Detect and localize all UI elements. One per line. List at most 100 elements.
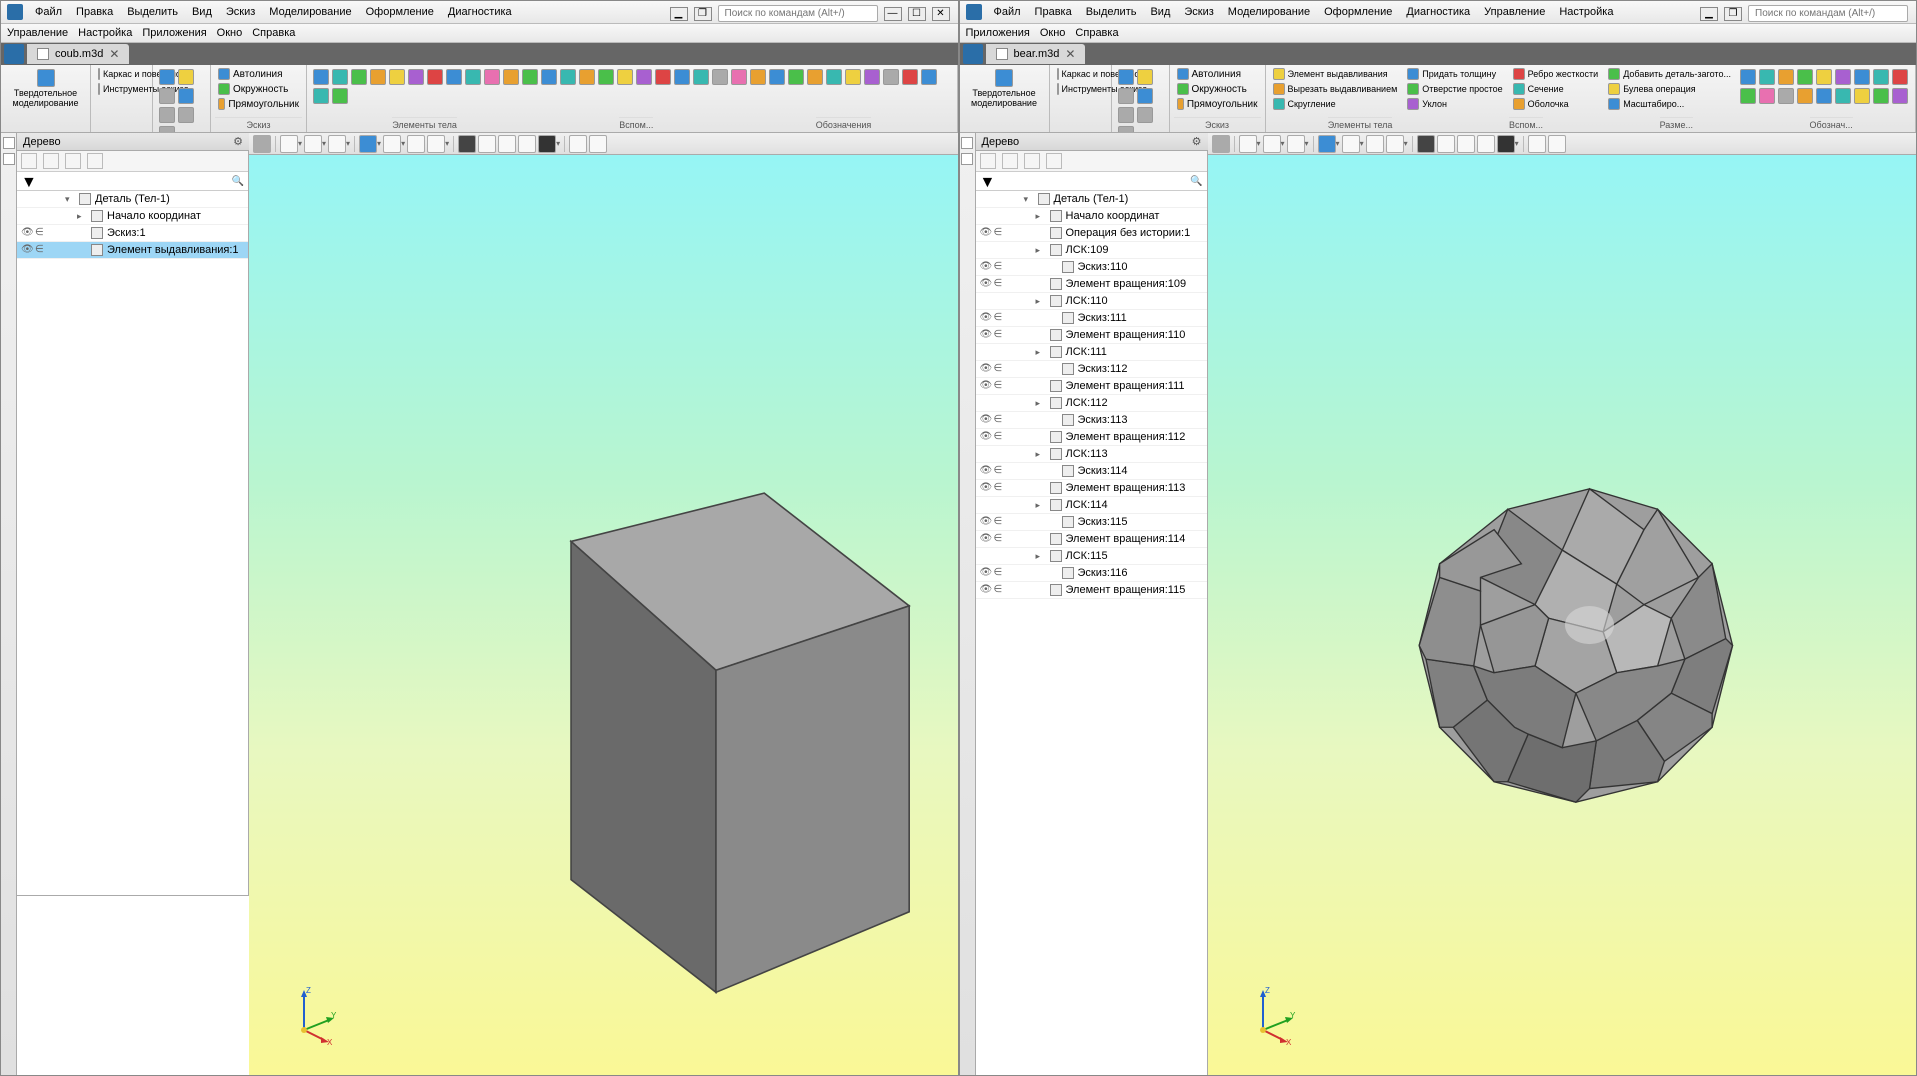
thicken-button[interactable]: Придать толщину (1404, 67, 1505, 81)
open-icon[interactable] (1137, 69, 1153, 85)
tree-row[interactable]: ▾Деталь (Тел-1) (976, 191, 1207, 208)
revolve-icon[interactable] (332, 69, 348, 85)
member-icon[interactable]: ∈ (994, 261, 1006, 273)
hide-icon[interactable] (498, 135, 516, 153)
tree-row[interactable]: 👁∈Элемент вращения:113 (976, 480, 1207, 497)
expand-icon[interactable]: ▸ (1036, 449, 1046, 460)
tree-row[interactable]: 👁∈Эскиз:113 (976, 412, 1207, 429)
tree-row[interactable]: 👁∈Элемент вращения:110 (976, 327, 1207, 344)
bool-button[interactable]: Булева операция (1605, 82, 1734, 96)
tree-row[interactable]: 👁∈Эскиз:115 (976, 514, 1207, 531)
menu-sketch[interactable]: Эскиз (1182, 4, 1215, 20)
home-icon[interactable] (4, 44, 24, 64)
tree-mode-icon[interactable] (980, 153, 996, 169)
viewport[interactable]: ▾ ▾ ▾ ▾ ▾ ▾ ▾ (249, 133, 958, 1075)
menu-help[interactable]: Справка (1075, 27, 1118, 39)
rib-button[interactable]: Ребро жесткости (1510, 67, 1602, 81)
redo-icon[interactable] (1118, 126, 1134, 133)
print-icon[interactable] (1118, 107, 1134, 123)
more-icon[interactable] (159, 88, 175, 104)
tree-row[interactable]: 👁∈Элемент вращения:112 (976, 429, 1207, 446)
more-icon[interactable] (1118, 88, 1134, 104)
inner-restore-icon[interactable]: ❐ (1724, 7, 1742, 21)
tool-icon[interactable] (788, 69, 804, 85)
section-icon[interactable] (458, 135, 476, 153)
tool-icon[interactable] (1740, 88, 1756, 104)
member-icon[interactable]: ∈ (35, 227, 47, 239)
tool-icon[interactable] (332, 88, 348, 104)
tool-icon[interactable] (731, 69, 747, 85)
play-icon[interactable] (589, 135, 607, 153)
pattern-icon[interactable] (389, 69, 405, 85)
visibility-icon[interactable]: 👁 (980, 482, 992, 494)
visibility-icon[interactable]: 👁 (980, 533, 992, 545)
stop-icon[interactable] (1528, 135, 1546, 153)
member-icon[interactable]: ∈ (994, 431, 1006, 443)
tree-mode3-icon[interactable] (1024, 153, 1040, 169)
slope-button[interactable]: Уклон (1404, 97, 1505, 111)
tool-icon[interactable] (560, 69, 576, 85)
expand-icon[interactable]: ▾ (65, 194, 75, 205)
menu-management[interactable]: Управление (7, 27, 68, 39)
autoline-button[interactable]: Автолиния (1174, 67, 1261, 81)
expand-icon[interactable]: ▸ (1036, 296, 1046, 307)
stop-icon[interactable] (569, 135, 587, 153)
expand-icon[interactable]: ▸ (1036, 500, 1046, 511)
addpart-button[interactable]: Добавить деталь-загото... (1605, 67, 1734, 81)
menu-diagnostics[interactable]: Диагностика (1404, 4, 1472, 20)
tree-row[interactable]: ▸Начало координат (17, 208, 248, 225)
persp-icon[interactable] (407, 135, 425, 153)
visibility-icon[interactable]: 👁 (980, 584, 992, 596)
section-button[interactable]: Сечение (1510, 82, 1602, 96)
new-icon[interactable] (1118, 69, 1134, 85)
menu-select[interactable]: Выделить (1084, 4, 1139, 20)
fillet-icon[interactable] (465, 69, 481, 85)
save-icon[interactable] (1137, 88, 1153, 104)
open-icon[interactable] (178, 69, 194, 85)
tool-icon[interactable] (1854, 69, 1870, 85)
fx-tab-icon[interactable] (961, 153, 973, 165)
tree-row[interactable]: 👁∈Элемент вращения:109 (976, 276, 1207, 293)
extrude-button[interactable]: Элемент выдавливания (1270, 67, 1401, 81)
document-tab[interactable]: bear.m3d ✕ (986, 44, 1086, 64)
command-search-input[interactable] (1748, 5, 1908, 22)
tool-icon[interactable] (1759, 69, 1775, 85)
menu-design[interactable]: Оформление (1322, 4, 1394, 20)
cut-button[interactable]: Вырезать выдавливанием (1270, 82, 1401, 96)
visibility-icon[interactable]: 👁 (980, 329, 992, 341)
layers-icon[interactable] (1477, 135, 1495, 153)
layers-icon[interactable] (518, 135, 536, 153)
gear-icon[interactable]: ⚙ (1192, 135, 1202, 148)
menu-apps[interactable]: Приложения (966, 27, 1030, 39)
tool-icon[interactable] (1816, 88, 1832, 104)
tree-row[interactable]: ▸ЛСК:113 (976, 446, 1207, 463)
tool-icon[interactable] (313, 88, 329, 104)
tool-icon[interactable] (769, 69, 785, 85)
tool-icon[interactable] (712, 69, 728, 85)
tree-row[interactable]: 👁∈Элемент вращения:114 (976, 531, 1207, 548)
tool-icon[interactable] (1778, 88, 1794, 104)
tree-mode4-icon[interactable] (1046, 153, 1062, 169)
menu-view[interactable]: Вид (1148, 4, 1172, 20)
expand-icon[interactable]: ▾ (1024, 194, 1034, 205)
visibility-icon[interactable]: 👁 (980, 261, 992, 273)
mirror-icon[interactable] (408, 69, 424, 85)
tree-row[interactable]: ▸ЛСК:110 (976, 293, 1207, 310)
autoline-button[interactable]: Автолиния (215, 67, 302, 81)
maximize-button[interactable]: ☐ (908, 7, 926, 21)
orient-icon[interactable] (1386, 135, 1404, 153)
view-icon[interactable] (1342, 135, 1360, 153)
section-icon[interactable] (1417, 135, 1435, 153)
new-icon[interactable] (159, 69, 175, 85)
menu-view[interactable]: Вид (190, 4, 214, 20)
inner-minimize-icon[interactable]: ▁ (670, 7, 688, 21)
minimize-button[interactable]: — (884, 7, 902, 21)
solid-modeling-button[interactable]: Твердотельное моделирование (964, 67, 1045, 111)
member-icon[interactable]: ∈ (994, 278, 1006, 290)
search-icon[interactable]: 🔍 (232, 176, 244, 187)
tool-icon[interactable] (693, 69, 709, 85)
member-icon[interactable]: ∈ (994, 584, 1006, 596)
tree-tab-icon[interactable] (961, 137, 973, 149)
shade-icon[interactable] (359, 135, 377, 153)
persp-icon[interactable] (1366, 135, 1384, 153)
